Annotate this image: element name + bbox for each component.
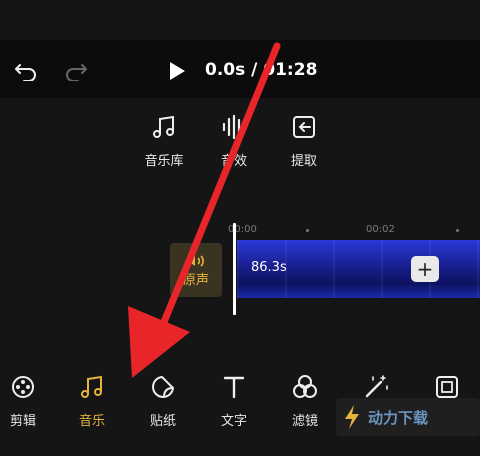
redo-icon — [66, 64, 87, 81]
filter-circles-icon — [293, 375, 317, 398]
text-icon — [223, 376, 245, 399]
tool-edit-label: 剪辑 — [9, 414, 36, 429]
video-clip[interactable]: 86.3s + — [237, 240, 480, 298]
play-icon — [170, 62, 185, 80]
tool-filter[interactable]: 滤镜 — [276, 374, 334, 429]
playhead[interactable] — [233, 223, 236, 315]
ruler-dot — [306, 229, 309, 232]
speaker-icon — [188, 254, 204, 267]
sound-wave-icon — [222, 114, 246, 140]
lightning-bolt-icon — [345, 405, 359, 429]
watermark: 动力下载 — [336, 398, 480, 436]
tool-text[interactable]: 文字 — [205, 374, 263, 429]
play-button[interactable] — [164, 58, 190, 84]
tool-music-label: 音乐 — [78, 414, 105, 429]
tool-music[interactable]: 音乐 — [63, 374, 121, 429]
tool-filter-label: 滤镜 — [291, 414, 318, 429]
add-clip-button[interactable]: + — [411, 256, 439, 282]
extract-label: 提取 — [290, 154, 317, 169]
sound-effects-button[interactable]: 音效 — [204, 114, 264, 169]
tool-text-label: 文字 — [220, 414, 247, 429]
music-note-icon — [81, 375, 102, 398]
undo-button[interactable] — [12, 58, 40, 84]
watermark-text: 动力下载 — [368, 408, 429, 427]
sticker-icon — [152, 376, 174, 398]
time-display: 0.0s / 01:28 — [205, 60, 318, 80]
extract-button[interactable]: 提取 — [274, 114, 334, 169]
music-library-button[interactable]: 音乐库 — [134, 114, 194, 169]
original-sound-label: 原声 — [182, 272, 209, 288]
film-reel-icon — [12, 376, 34, 398]
original-sound-toggle[interactable]: 原声 — [170, 243, 222, 297]
ruler-label-2s: 00:02 — [366, 224, 395, 235]
music-note-icon — [153, 115, 174, 138]
tool-sticker-label: 贴纸 — [149, 414, 176, 429]
redo-button[interactable] — [62, 58, 90, 84]
undo-icon — [15, 64, 36, 81]
ruler-dot — [456, 229, 459, 232]
clip-duration: 86.3s — [251, 260, 287, 275]
music-library-label: 音乐库 — [144, 154, 184, 169]
aspect-ratio-icon — [436, 376, 458, 398]
tool-edit[interactable]: 剪辑 — [0, 374, 52, 429]
tool-sticker[interactable]: 贴纸 — [134, 374, 192, 429]
extract-icon — [293, 116, 315, 138]
magic-wand-icon — [365, 375, 388, 398]
sound-effects-label: 音效 — [220, 154, 247, 169]
